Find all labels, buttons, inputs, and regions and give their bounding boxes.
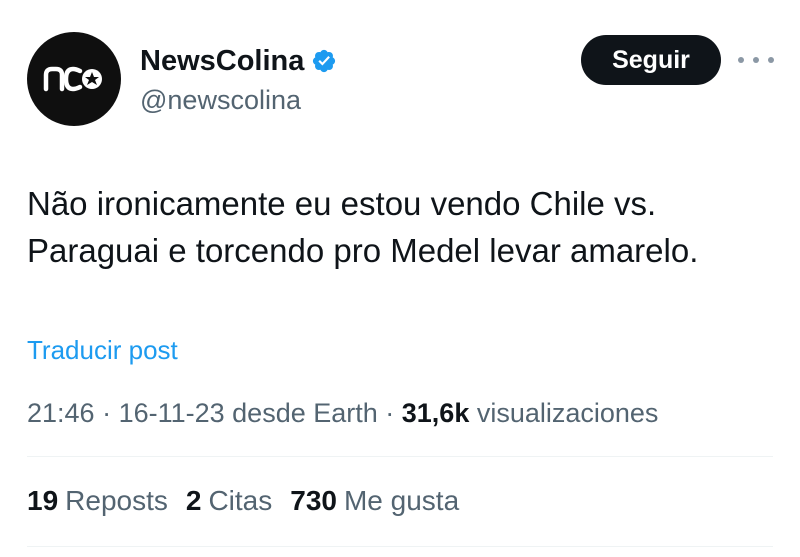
newscolina-logo-icon <box>43 66 102 92</box>
author-handle[interactable]: @newscolina <box>140 84 301 116</box>
author-name[interactable]: NewsColina <box>140 44 304 78</box>
translate-post-link[interactable]: Traducir post <box>27 334 178 366</box>
follow-button[interactable]: Seguir <box>581 35 721 85</box>
more-dots-icon[interactable] <box>738 50 774 70</box>
post-card: NewsColina @newscolina Seguir Não ironic… <box>0 0 800 557</box>
views-label[interactable]: visualizaciones <box>469 398 659 428</box>
post-date[interactable]: 16-11-23 <box>119 398 225 428</box>
reposts-label: Reposts <box>65 485 168 516</box>
reposts-stat[interactable]: 19 Reposts <box>27 484 168 518</box>
likes-label: Me gusta <box>343 485 460 516</box>
likes-count: 730 <box>290 485 337 516</box>
post-meta: 21:46 · 16-11-23 desde Earth · 31,6k vis… <box>27 396 658 430</box>
avatar[interactable] <box>27 32 121 126</box>
author-name-row[interactable]: NewsColina <box>140 44 337 78</box>
quotes-label: Citas <box>208 485 273 516</box>
verified-badge-icon[interactable] <box>311 48 337 74</box>
engagement-stats: 19 Reposts 2 Citas 730 Me gusta <box>27 484 477 518</box>
dot <box>738 57 744 63</box>
likes-stat[interactable]: 730 Me gusta <box>290 484 459 518</box>
dot <box>753 57 759 63</box>
meta-separator: · <box>94 398 119 428</box>
reposts-count: 19 <box>27 485 59 516</box>
meta-separator: · <box>377 398 402 428</box>
quotes-stat[interactable]: 2 Citas <box>186 484 272 518</box>
post-time[interactable]: 21:46 <box>27 398 95 428</box>
divider <box>27 546 773 547</box>
post-text: Não ironicamente eu estou vendo Chile vs… <box>27 185 699 269</box>
post-source: desde Earth <box>224 398 378 428</box>
views-count[interactable]: 31,6k <box>402 398 470 428</box>
quotes-count: 2 <box>185 485 202 516</box>
divider <box>27 456 773 457</box>
dot <box>768 57 774 63</box>
